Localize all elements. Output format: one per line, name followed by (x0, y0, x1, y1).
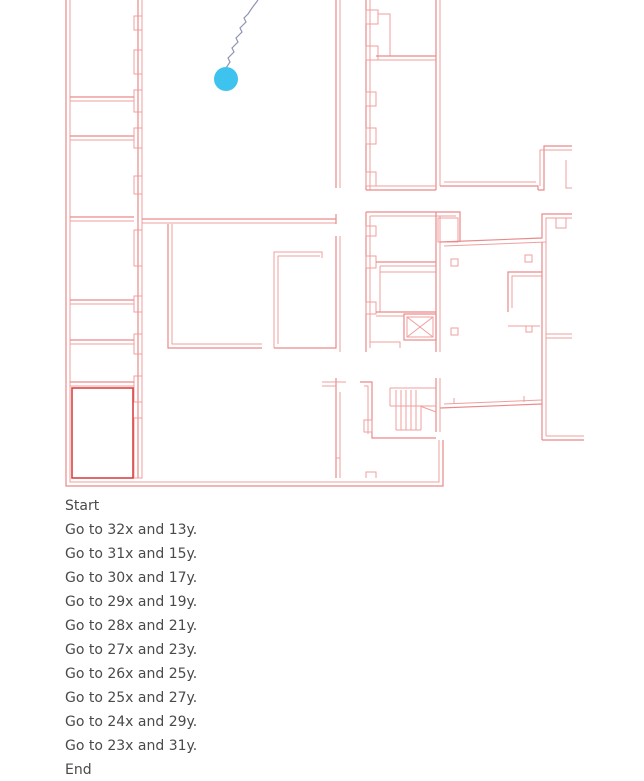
left-rooms (70, 0, 143, 479)
direction-step: Go to 31x and 15y. (65, 546, 198, 562)
position-marker-icon (214, 67, 238, 91)
route-path (225, 0, 259, 79)
direction-step: Go to 27x and 23y. (65, 642, 198, 658)
direction-step: Go to 32x and 13y. (65, 522, 198, 538)
central-hall (142, 0, 346, 478)
direction-step: Go to 24x and 29y. (65, 714, 198, 730)
south-wall (365, 471, 377, 478)
directions-list: Start Go to 32x and 13y. Go to 31x and 1… (65, 494, 197, 781)
stairs-icon (360, 378, 441, 439)
direction-step: Go to 30x and 17y. (65, 570, 198, 586)
direction-step: Go to 29x and 19y. (65, 594, 198, 610)
directions-start: Start (65, 498, 100, 514)
direction-step: Go to 26x and 25y. (65, 666, 198, 682)
direction-step: Go to 28x and 21y. (65, 618, 198, 634)
direction-step: Go to 23x and 31y. (65, 738, 198, 754)
building-outline (65, 0, 444, 487)
right-rooms (365, 0, 572, 191)
elevator-icon (403, 313, 437, 341)
directions-end: End (65, 762, 92, 778)
map-page: Start Go to 32x and 13y. Go to 31x and 1… (0, 0, 644, 781)
direction-step: Go to 25x and 27y. (65, 690, 198, 706)
floor-plan-map[interactable] (0, 0, 644, 490)
